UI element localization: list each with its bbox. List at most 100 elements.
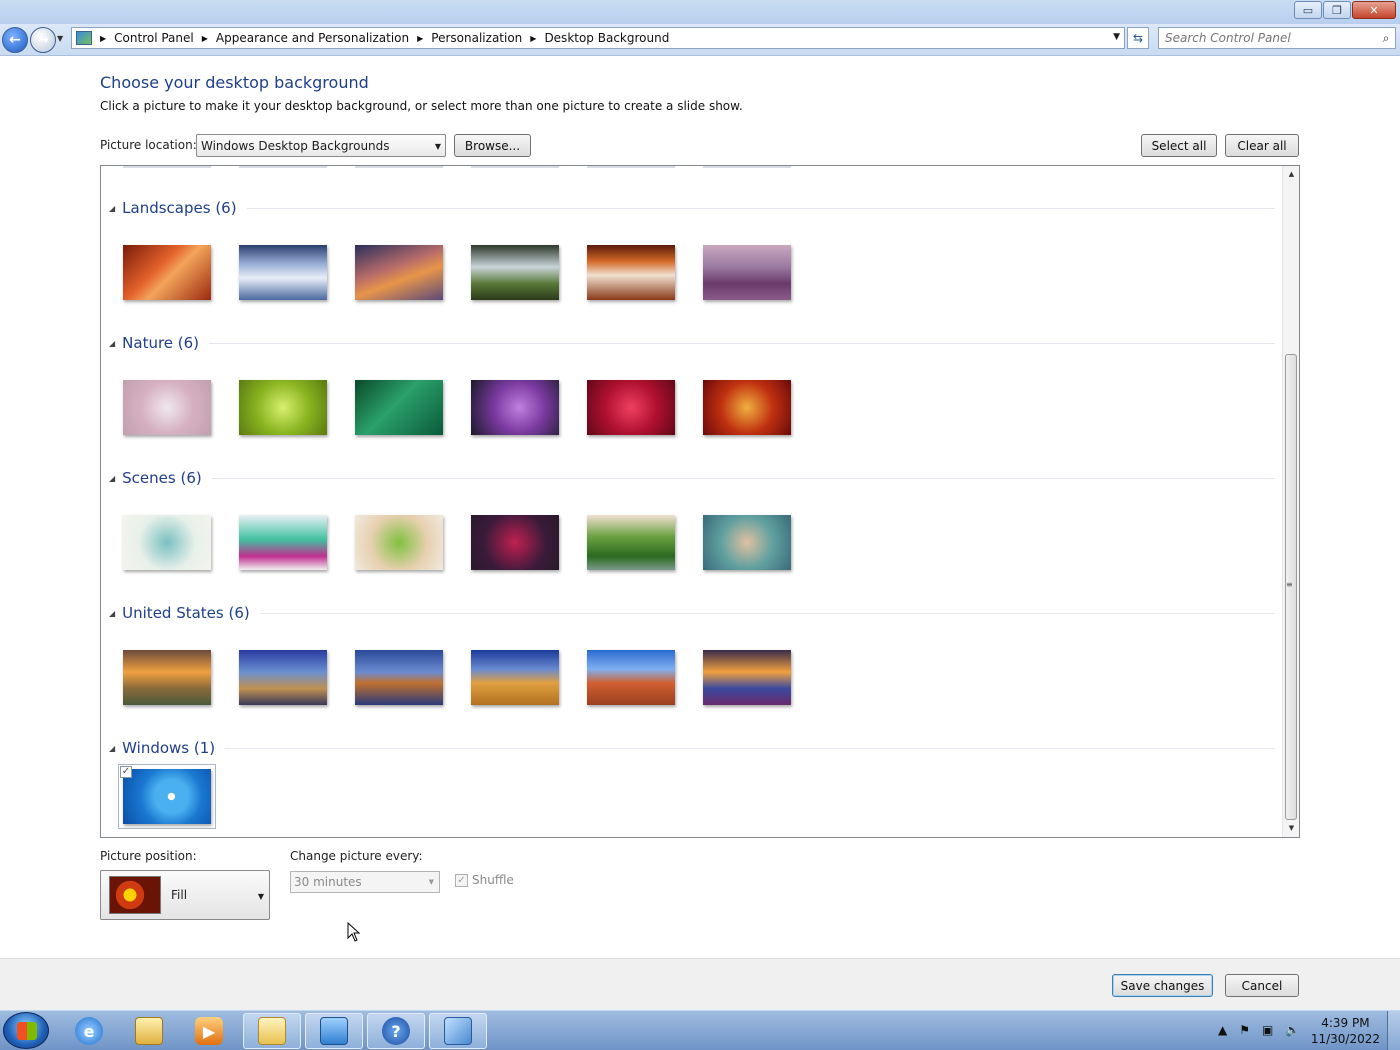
group-header-united-states[interactable]: ◢ United States (6)	[109, 603, 1275, 623]
back-button[interactable]: ←	[2, 27, 28, 53]
thumbnail-scenes-3[interactable]	[355, 515, 443, 570]
close-button[interactable]: ✕	[1352, 1, 1396, 19]
thumbnail-united-states-2[interactable]	[239, 650, 327, 705]
clock-time: 4:39 PM	[1321, 1016, 1370, 1030]
address-bar[interactable]: ▶ Control Panel ▶ Appearance and Persona…	[71, 27, 1125, 49]
show-desktop-button[interactable]	[1387, 1011, 1400, 1050]
search-input[interactable]	[1159, 31, 1377, 45]
breadcrumb-separator-icon[interactable]: ▶	[413, 34, 427, 43]
collapse-triangle-icon[interactable]: ◢	[109, 744, 115, 753]
taskbar-file-explorer[interactable]	[120, 1013, 178, 1049]
refresh-button[interactable]: ⇆	[1127, 27, 1149, 49]
group-title: United States (6)	[122, 604, 250, 622]
thumbnail-nature-1[interactable]	[123, 380, 211, 435]
address-dropdown-icon[interactable]: ▼	[1113, 32, 1120, 42]
breadcrumb-separator-icon[interactable]: ▶	[198, 34, 212, 43]
clock[interactable]: 4:39 PM 11/30/2022	[1311, 1015, 1380, 1047]
taskbar-help[interactable]: ?	[367, 1013, 425, 1049]
thumbnail-united-states-4[interactable]	[471, 650, 559, 705]
control-panel-icon	[76, 31, 92, 45]
help-icon: ?	[382, 1017, 410, 1045]
thumbnail-scenes-4[interactable]	[471, 515, 559, 570]
thumbnail-scenes-5[interactable]	[587, 515, 675, 570]
restore-button[interactable]: ❐	[1323, 1, 1351, 19]
taskbar-network[interactable]	[429, 1013, 487, 1049]
collapse-triangle-icon[interactable]: ◢	[109, 204, 115, 213]
group-title: Windows (1)	[122, 739, 216, 757]
thumbnail-landscapes-2[interactable]	[239, 245, 327, 300]
taskbar-documents[interactable]	[243, 1013, 301, 1049]
show-hidden-icons-icon[interactable]: ▲	[1218, 1023, 1227, 1037]
breadcrumb-separator-icon[interactable]: ▶	[96, 34, 110, 43]
picture-position-select[interactable]: Fill ▼	[100, 870, 270, 920]
picture-gallery[interactable]: ◢ Landscapes (6) ◢ Nature (6) ◢ Scenes (…	[100, 165, 1300, 838]
group-header-scenes[interactable]: ◢ Scenes (6)	[109, 468, 1275, 488]
documents-icon	[258, 1017, 286, 1045]
thumbnail-scenes-1[interactable]	[123, 515, 211, 570]
breadcrumb-control-panel[interactable]: Control Panel	[110, 31, 198, 45]
thumbnail-nature-4[interactable]	[471, 380, 559, 435]
thumbnail-windows-1[interactable]	[118, 764, 216, 829]
start-button[interactable]	[3, 1012, 49, 1049]
select-all-button[interactable]: Select all	[1141, 134, 1217, 157]
back-arrow-icon: ←	[9, 32, 21, 48]
internet-explorer-icon: e	[75, 1017, 103, 1045]
thumbnail-landscapes-4[interactable]	[471, 245, 559, 300]
taskbar-control-panel[interactable]	[305, 1013, 363, 1049]
taskbar-media-player[interactable]: ▶	[180, 1013, 238, 1049]
thumbnail-scenes-6[interactable]	[703, 515, 791, 570]
shuffle-checkbox[interactable]: ✓ Shuffle	[455, 873, 514, 887]
control-panel-icon	[320, 1017, 348, 1045]
checkbox-check-icon[interactable]: ✓	[455, 873, 468, 887]
picture-location-select[interactable]: Windows Desktop Backgrounds ▼	[196, 134, 446, 157]
thumbnail-nature-5[interactable]	[587, 380, 675, 435]
thumbnail-nature-6[interactable]	[703, 380, 791, 435]
thumbnail-checkbox[interactable]: ✓	[120, 766, 132, 778]
group-header-windows[interactable]: ◢ Windows (1)	[109, 738, 1275, 758]
thumbnail-nature-3[interactable]	[355, 380, 443, 435]
network-status-icon[interactable]: ▣	[1262, 1023, 1273, 1037]
group-header-landscapes[interactable]: ◢ Landscapes (6)	[109, 198, 1275, 218]
search-box[interactable]: ⌕	[1158, 27, 1396, 49]
save-changes-button[interactable]: Save changes	[1112, 974, 1213, 997]
action-center-flag-icon[interactable]: ⚑	[1239, 1023, 1250, 1037]
breadcrumb-desktop-background[interactable]: Desktop Background	[540, 31, 673, 45]
thumbnail-landscapes-3[interactable]	[355, 245, 443, 300]
thumbnail-landscapes-5[interactable]	[587, 245, 675, 300]
collapse-triangle-icon[interactable]: ◢	[109, 474, 115, 483]
picture-position-value: Fill	[171, 888, 188, 902]
cancel-button[interactable]: Cancel	[1225, 974, 1299, 997]
breadcrumb-personalization[interactable]: Personalization	[427, 31, 526, 45]
dropdown-arrow-icon: ▼	[434, 142, 441, 151]
change-interval-select[interactable]: 30 minutes ▼	[290, 871, 440, 893]
thumbnail-nature-2[interactable]	[239, 380, 327, 435]
breadcrumb-appearance[interactable]: Appearance and Personalization	[212, 31, 413, 45]
thumbnail-landscapes-1[interactable]	[123, 245, 211, 300]
thumbnail-united-states-5[interactable]	[587, 650, 675, 705]
taskbar-internet-explorer[interactable]: e	[60, 1013, 118, 1049]
scroll-down-arrow-icon[interactable]: ▼	[1283, 820, 1299, 837]
thumbnail-united-states-6[interactable]	[703, 650, 791, 705]
partial-thumbnail	[703, 166, 791, 168]
group-header-nature[interactable]: ◢ Nature (6)	[109, 333, 1275, 353]
collapse-triangle-icon[interactable]: ◢	[109, 609, 115, 618]
page-title: Choose your desktop background	[100, 73, 369, 92]
recent-pages-chevron-icon[interactable]: ▼	[57, 34, 63, 43]
scroll-up-arrow-icon[interactable]: ▲	[1283, 166, 1299, 183]
forward-button[interactable]: →	[30, 27, 56, 53]
network-icon	[444, 1017, 472, 1045]
thumbnail-scenes-2[interactable]	[239, 515, 327, 570]
group-title: Landscapes (6)	[122, 199, 237, 217]
volume-muted-icon[interactable]: 🔈	[1285, 1023, 1300, 1037]
thumbnail-landscapes-6[interactable]	[703, 245, 791, 300]
thumbnail-united-states-3[interactable]	[355, 650, 443, 705]
breadcrumb-separator-icon[interactable]: ▶	[526, 34, 540, 43]
dropdown-arrow-icon: ▼	[428, 878, 434, 886]
thumbnail-united-states-1[interactable]	[123, 650, 211, 705]
collapse-triangle-icon[interactable]: ◢	[109, 339, 115, 348]
search-icon[interactable]: ⌕	[1377, 31, 1395, 46]
gallery-scrollbar[interactable]: ▲ ≡ ▼	[1282, 166, 1299, 837]
clear-all-button[interactable]: Clear all	[1225, 134, 1299, 157]
minimize-button[interactable]: ▭	[1294, 1, 1322, 19]
browse-button[interactable]: Browse...	[454, 134, 531, 157]
